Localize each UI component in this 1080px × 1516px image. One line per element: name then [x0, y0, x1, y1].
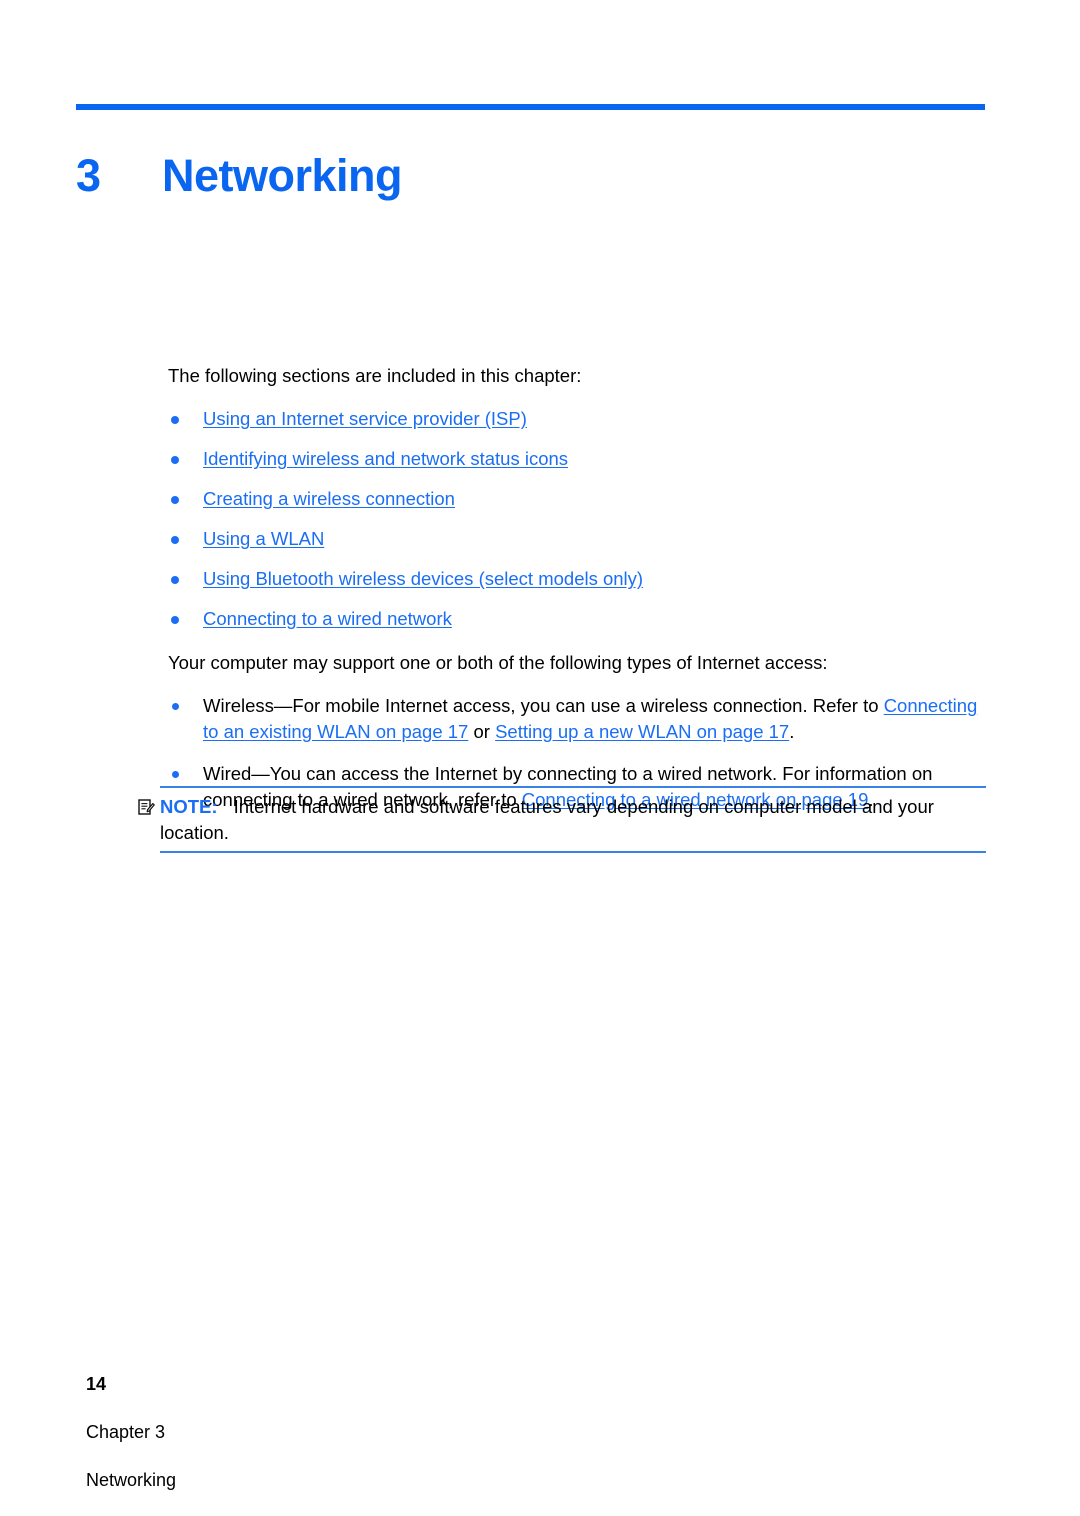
bullet-icon	[171, 456, 179, 464]
bullet-icon	[171, 416, 179, 424]
footer-chapter-title: Networking	[86, 1470, 177, 1490]
list-item[interactable]: Connecting to a wired network	[168, 606, 986, 632]
section-link-creating-wireless[interactable]: Creating a wireless connection	[203, 488, 455, 509]
note-pencil-icon	[138, 797, 155, 815]
list-item[interactable]: Using an Internet service provider (ISP)	[168, 406, 986, 432]
footer-chapter-label: Chapter 3	[86, 1422, 166, 1442]
bullet-icon	[171, 616, 179, 624]
wireless-mid-text: or	[468, 721, 496, 742]
note-label: NOTE:	[160, 796, 218, 817]
intro-paragraph: The following sections are included in t…	[168, 365, 582, 386]
list-item[interactable]: Using a WLAN	[168, 526, 986, 552]
note-body: NOTE: Internet hardware and software feat…	[138, 788, 986, 851]
footer-sep-1	[86, 1398, 101, 1418]
list-item[interactable]: Identifying wireless and network status …	[168, 446, 986, 472]
note-bottom-rule	[160, 851, 986, 853]
section-link-using-isp[interactable]: Using an Internet service provider (ISP)	[203, 408, 527, 429]
list-item[interactable]: Creating a wireless connection	[168, 486, 986, 512]
section-link-using-wlan[interactable]: Using a WLAN	[203, 528, 324, 549]
chapter-title-rule	[76, 104, 985, 110]
access-intro-paragraph: Your computer may support one or both of…	[168, 652, 828, 673]
document-page: 3 Networking The following sections are …	[0, 0, 1080, 1490]
bullet-icon	[171, 536, 179, 544]
page-content: The following sections are included in t…	[168, 363, 986, 813]
bullet-icon	[172, 771, 179, 778]
footer-page-number: 14	[86, 1374, 107, 1394]
list-item-wireless: Wireless—For mobile Internet access, you…	[168, 693, 986, 745]
chapter-number: 3	[76, 150, 101, 202]
wireless-tail-text: .	[789, 721, 795, 742]
page-footer: 14 Chapter 3 Networking	[66, 1348, 176, 1516]
wireless-lead-text: Wireless—For mobile Internet access, you…	[203, 695, 884, 716]
section-link-bluetooth[interactable]: Using Bluetooth wireless devices (select…	[203, 568, 643, 589]
section-link-wired-network[interactable]: Connecting to a wired network	[203, 608, 452, 629]
note-callout: NOTE: Internet hardware and software feat…	[138, 786, 986, 853]
note-text: Internet hardware and software features …	[160, 796, 934, 843]
chapter-title-text: Networking	[162, 150, 403, 202]
page-title: 3 Networking	[76, 148, 985, 210]
bullet-icon	[171, 576, 179, 584]
section-link-list: Using an Internet service provider (ISP)…	[168, 406, 986, 632]
bullet-icon	[171, 496, 179, 504]
link-setting-up-new-wlan[interactable]: Setting up a new WLAN on page 17	[495, 721, 789, 742]
list-item[interactable]: Using Bluetooth wireless devices (select…	[168, 566, 986, 592]
footer-sep-2	[86, 1446, 101, 1466]
bullet-icon	[172, 703, 179, 710]
section-link-status-icons[interactable]: Identifying wireless and network status …	[203, 448, 568, 469]
